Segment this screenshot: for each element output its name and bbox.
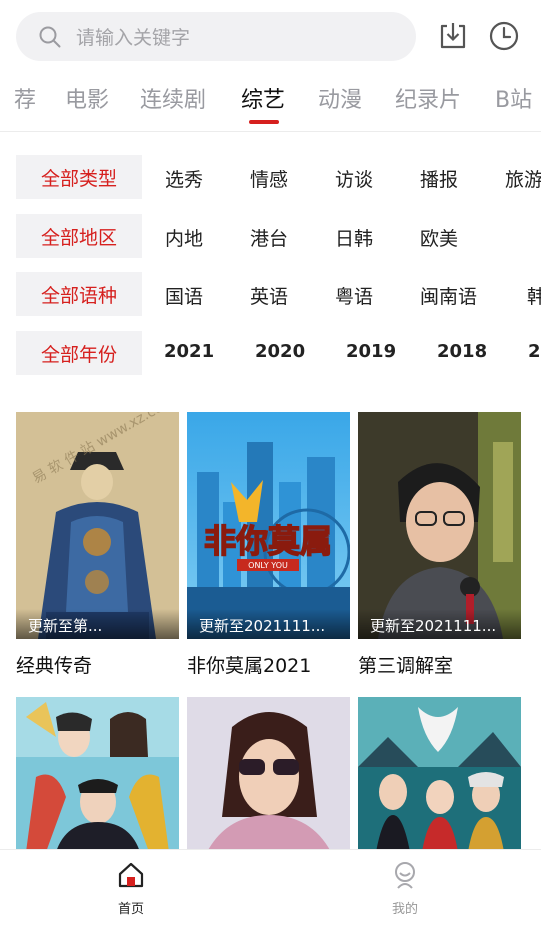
filter-row-language: 全部语种 国语 英语 粤语 闽南语 韩 bbox=[0, 272, 541, 316]
nav-home[interactable]: 首页 bbox=[101, 860, 161, 917]
filter-option[interactable]: 港台 bbox=[250, 224, 288, 251]
show-card[interactable] bbox=[187, 697, 350, 852]
poster-logo-text: 非你莫属 bbox=[204, 522, 332, 560]
filter-type-all[interactable]: 全部类型 bbox=[16, 155, 142, 199]
update-label: 更新至2021111... bbox=[187, 609, 350, 639]
active-tab-indicator bbox=[249, 120, 279, 124]
poster-sub-text: ONLY YOU bbox=[248, 561, 288, 570]
user-icon bbox=[395, 862, 415, 889]
home-icon bbox=[118, 862, 144, 888]
filter-option[interactable]: 2020 bbox=[255, 341, 305, 362]
nav-home-label: 首页 bbox=[117, 902, 144, 917]
filter-option[interactable]: 欧美 bbox=[420, 224, 458, 251]
filter-row-year: 全部年份 2021 2020 2019 2018 2 bbox=[0, 331, 541, 375]
poster-image: 更新至2021111... bbox=[358, 412, 521, 639]
poster-image: 非你莫属 ONLY YOU 更新至2021111... bbox=[187, 412, 350, 639]
filter-year-all[interactable]: 全部年份 bbox=[16, 331, 142, 375]
filter-region-all[interactable]: 全部地区 bbox=[16, 214, 142, 258]
filter-option[interactable]: 国语 bbox=[165, 282, 203, 309]
card-title: 第三调解室 bbox=[358, 655, 454, 677]
filter-option[interactable]: 内地 bbox=[165, 224, 203, 251]
filter-option[interactable]: 选秀 bbox=[165, 165, 203, 192]
divider bbox=[0, 131, 541, 132]
filter-option[interactable]: 日韩 bbox=[335, 224, 373, 251]
poster-image bbox=[358, 697, 521, 852]
filter-option[interactable]: 2021 bbox=[164, 341, 214, 362]
filter-option[interactable]: 旅游 bbox=[505, 165, 541, 192]
filter-option[interactable]: 情感 bbox=[250, 165, 288, 192]
tab-series[interactable]: 连续剧 bbox=[140, 82, 206, 114]
show-card[interactable]: 更新至2021111... 第三调解室 bbox=[358, 412, 521, 678]
show-card[interactable] bbox=[358, 697, 521, 852]
filter-option[interactable]: 访谈 bbox=[335, 165, 373, 192]
update-label: 更新至2021111... bbox=[358, 609, 521, 639]
filter-option[interactable]: 2019 bbox=[346, 341, 396, 362]
update-label: 更新至第... bbox=[16, 609, 179, 639]
tab-variety[interactable]: 综艺 bbox=[241, 82, 285, 114]
poster-image bbox=[16, 697, 179, 852]
filter-option[interactable]: 英语 bbox=[250, 282, 288, 309]
tab-bilibili[interactable]: B站 bbox=[495, 82, 532, 114]
show-card[interactable]: 易 软 件 站 www.xz.com 更新至第... 经典传奇 bbox=[16, 412, 179, 678]
filter-row-type: 全部类型 选秀 情感 访谈 播报 旅游 bbox=[0, 155, 541, 199]
bottom-nav: 首页 我的 bbox=[0, 849, 541, 926]
nav-mine-label: 我的 bbox=[391, 902, 418, 917]
card-title: 非你莫属2021 bbox=[187, 655, 312, 677]
tab-documentary[interactable]: 纪录片 bbox=[395, 82, 461, 114]
show-card[interactable]: 非你莫属 ONLY YOU 更新至2021111... 非你莫属2021 bbox=[187, 412, 350, 678]
tab-anime[interactable]: 动漫 bbox=[318, 82, 362, 114]
clock-icon[interactable] bbox=[487, 18, 521, 54]
card-title: 经典传奇 bbox=[16, 655, 93, 677]
poster-image: 易 软 件 站 www.xz.com 更新至第... bbox=[16, 412, 179, 639]
search-input[interactable]: 请输入关键字 bbox=[16, 12, 416, 61]
search-placeholder: 请输入关键字 bbox=[76, 27, 191, 49]
tab-movies[interactable]: 电影 bbox=[65, 82, 109, 114]
tab-recommend[interactable]: 荐 bbox=[14, 82, 36, 114]
filter-option[interactable]: 2018 bbox=[437, 341, 487, 362]
filter-option[interactable]: 韩 bbox=[527, 282, 541, 309]
nav-mine[interactable]: 我的 bbox=[375, 860, 435, 917]
search-icon bbox=[38, 25, 62, 49]
filter-language-all[interactable]: 全部语种 bbox=[16, 272, 142, 316]
filter-row-region: 全部地区 内地 港台 日韩 欧美 bbox=[0, 214, 541, 258]
poster-image bbox=[187, 697, 350, 852]
show-card[interactable] bbox=[16, 697, 179, 852]
filter-option[interactable]: 2 bbox=[528, 341, 541, 362]
filter-option[interactable]: 闽南语 bbox=[420, 282, 477, 309]
filter-option[interactable]: 播报 bbox=[420, 165, 458, 192]
download-icon[interactable] bbox=[436, 18, 470, 54]
filter-option[interactable]: 粤语 bbox=[335, 282, 373, 309]
